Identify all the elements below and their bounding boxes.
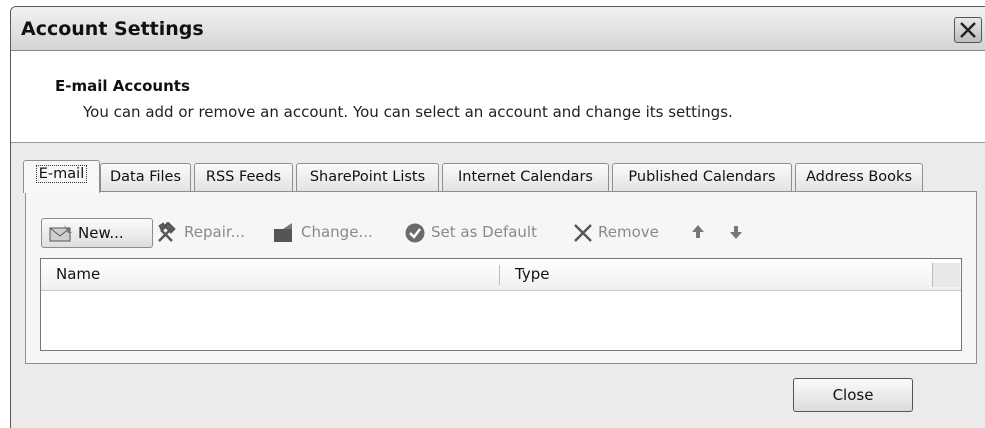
header-panel: E-mail Accounts You can add or remove an… <box>11 51 985 143</box>
tab-data-files[interactable]: Data Files <box>100 163 191 191</box>
x-icon <box>574 224 592 242</box>
account-settings-dialog: Account Settings E-mail Accounts You can… <box>10 6 985 428</box>
checkmark-circle-icon <box>405 223 425 243</box>
tab-address-books[interactable]: Address Books <box>795 163 923 191</box>
title-bar[interactable]: Account Settings <box>11 7 985 51</box>
list-header: Name Type <box>41 259 961 291</box>
accounts-list[interactable]: Name Type <box>40 258 962 351</box>
arrow-up-icon <box>692 225 704 238</box>
column-header-filler <box>932 263 960 287</box>
move-up-button[interactable] <box>690 223 706 245</box>
new-account-button[interactable]: New... <box>41 218 153 248</box>
change-icon <box>274 223 292 242</box>
arrow-down-icon <box>730 226 742 239</box>
tab-email[interactable]: E-mail <box>23 160 100 193</box>
section-description: You can add or remove an account. You ca… <box>83 103 733 121</box>
column-divider[interactable] <box>499 265 500 285</box>
new-account-icon <box>49 225 72 242</box>
remove-button[interactable]: Remove <box>572 218 672 248</box>
close-icon <box>960 22 976 38</box>
tab-internet-calendars[interactable]: Internet Calendars <box>442 163 609 191</box>
window-close-button[interactable] <box>954 17 982 43</box>
tab-rss-feeds[interactable]: RSS Feeds <box>194 163 293 191</box>
tab-published-calendars[interactable]: Published Calendars <box>612 163 792 191</box>
tools-icon <box>158 222 176 242</box>
column-header-name[interactable]: Name <box>56 259 100 290</box>
repair-button[interactable]: Repair... <box>156 218 256 248</box>
set-as-default-button[interactable]: Set as Default <box>404 218 554 248</box>
section-title: E-mail Accounts <box>55 77 190 95</box>
change-button[interactable]: Change... <box>271 218 391 248</box>
window-title: Account Settings <box>21 18 204 40</box>
column-header-type[interactable]: Type <box>515 259 549 290</box>
tab-sharepoint-lists[interactable]: SharePoint Lists <box>296 163 439 191</box>
close-button[interactable]: Close <box>793 378 913 412</box>
move-down-button[interactable] <box>728 223 744 245</box>
